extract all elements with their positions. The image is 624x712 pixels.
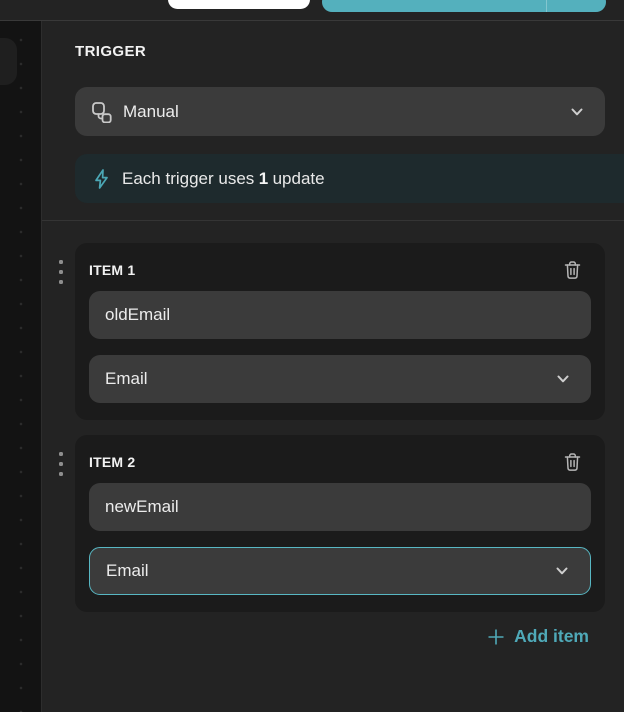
item-card-2: ITEM 2 Email [59, 435, 605, 612]
workflow-nodes-icon [91, 101, 113, 123]
item-name-input[interactable] [89, 291, 591, 339]
trigger-usage-notice: Each trigger uses 1 update [75, 154, 624, 203]
item-title: ITEM 1 [89, 261, 136, 278]
item-type-value: Email [106, 561, 149, 580]
workflow-editor-screen: TRIGGER Manual Each trigger uses 1 updat… [0, 0, 624, 712]
trigger-type-value: Manual [123, 101, 179, 121]
trigger-section-label: TRIGGER [75, 43, 147, 60]
plus-icon [487, 628, 505, 646]
chevron-down-icon [569, 104, 585, 120]
item-type-value: Email [105, 369, 148, 388]
notice-count: 1 [258, 168, 269, 188]
item-title: ITEM 2 [89, 453, 136, 470]
chevron-down-icon [555, 371, 571, 387]
lightning-icon [91, 168, 112, 190]
chevron-down-icon [554, 563, 570, 579]
settings-panel: TRIGGER Manual Each trigger uses 1 updat… [42, 20, 624, 712]
add-item-label: Add item [514, 626, 589, 646]
item-name-input[interactable] [89, 483, 591, 531]
item-type-select[interactable]: Email [89, 355, 591, 403]
notice-text: Each trigger uses 1 update [122, 168, 325, 188]
add-item-button[interactable]: Add item [487, 626, 589, 647]
workflow-canvas[interactable] [0, 20, 42, 712]
canvas-partial-element [0, 38, 17, 85]
drag-handle-icon[interactable] [55, 260, 67, 284]
trash-icon[interactable] [563, 452, 582, 472]
top-toolbar [0, 0, 624, 21]
toolbar-primary-button[interactable] [322, 0, 606, 12]
item-card-1: ITEM 1 Email [59, 243, 605, 420]
item-card-header: ITEM 1 [89, 259, 591, 280]
primary-button-split-divider [546, 0, 547, 12]
section-divider [42, 220, 624, 221]
item-type-select-focused[interactable]: Email [89, 547, 591, 595]
toolbar-secondary-button[interactable] [168, 0, 310, 9]
trash-icon[interactable] [563, 260, 582, 280]
item-card-header: ITEM 2 [89, 451, 591, 472]
trigger-type-select[interactable]: Manual [75, 87, 605, 136]
drag-handle-icon[interactable] [55, 452, 67, 476]
